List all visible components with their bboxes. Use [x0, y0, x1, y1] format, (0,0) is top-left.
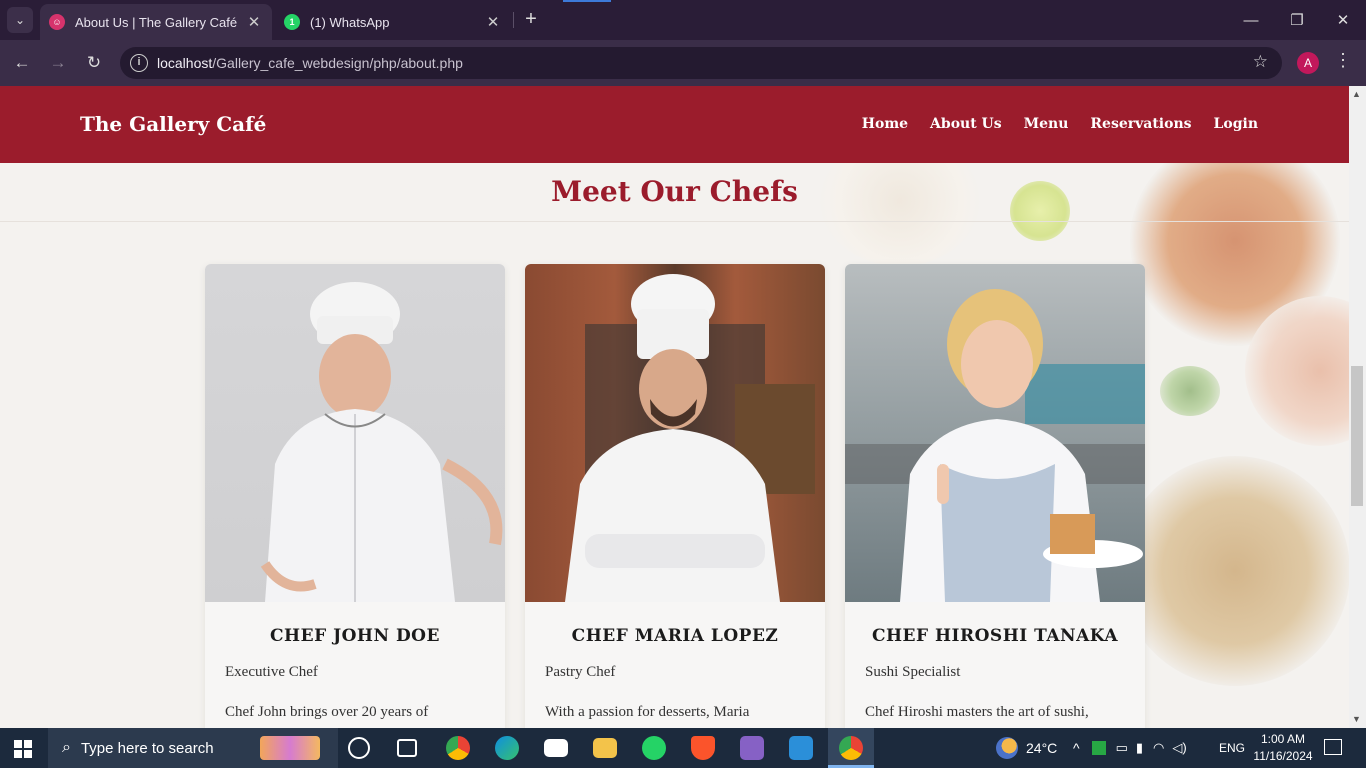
tab-title: About Us | The Gallery Café	[75, 14, 238, 30]
address-bar[interactable]: i localhost/Gallery_cafe_webdesign/php/a…	[120, 47, 1282, 79]
chef-cards: CHEF JOHN DOE Executive Chef Chef John b…	[205, 264, 1145, 728]
language-indicator[interactable]: ENG	[1219, 728, 1245, 768]
new-tab-button[interactable]: +	[520, 8, 542, 30]
nav-reservations[interactable]: Reservations	[1090, 116, 1191, 132]
weather-icon	[996, 737, 1018, 759]
meet-icon[interactable]: ▭	[1116, 740, 1128, 756]
nav-about-us[interactable]: About Us	[930, 116, 1002, 132]
battery-icon[interactable]: ▮	[1136, 740, 1143, 756]
page-viewport: The Gallery Café Home About Us Menu Rese…	[0, 86, 1349, 728]
browser-menu-icon[interactable]: ⋮	[1334, 50, 1352, 71]
taskbar-search[interactable]: ⌕ Type here to search	[48, 728, 338, 768]
chef-card: CHEF JOHN DOE Executive Chef Chef John b…	[205, 264, 505, 728]
chef-role: Pastry Chef	[545, 664, 616, 680]
weather-widget[interactable]: 24°C	[996, 728, 1057, 768]
herb-decoration	[1160, 366, 1220, 416]
nav-login[interactable]: Login	[1214, 116, 1258, 132]
chrome-active-icon[interactable]	[839, 736, 863, 760]
notification-icon[interactable]	[1324, 739, 1342, 755]
search-highlight-icon	[259, 736, 320, 760]
wifi-icon[interactable]: ◠	[1153, 740, 1164, 756]
tab-about-us[interactable]: ☺ About Us | The Gallery Café ✕	[40, 4, 272, 40]
minimize-button[interactable]: —	[1228, 0, 1274, 40]
browser-toolbar: ← → ↻ i localhost/Gallery_cafe_webdesign…	[0, 40, 1366, 86]
close-window-button[interactable]: ✕	[1320, 0, 1366, 40]
bowl-decoration	[1120, 456, 1349, 686]
clock-time: 1:00 AM	[1260, 732, 1306, 746]
task-view-icon[interactable]	[397, 739, 417, 757]
main-nav: Home About Us Menu Reservations Login	[862, 116, 1258, 132]
chef-name: CHEF MARIA LOPEZ	[571, 626, 779, 646]
section-title: Meet Our Chefs	[551, 175, 798, 208]
volume-icon[interactable]: ◁)	[1172, 740, 1186, 756]
tab-indicator	[563, 0, 611, 2]
tab-title: (1) WhatsApp	[310, 14, 390, 30]
vscode-icon[interactable]	[789, 736, 813, 760]
chef-illustration-icon	[260, 282, 503, 602]
edge-icon[interactable]	[495, 736, 519, 760]
chef-card: CHEF HIROSHI TANAKA Sushi Specialist Che…	[845, 264, 1145, 728]
gallery-cafe-favicon-icon: ☺	[49, 14, 65, 30]
url-text[interactable]: localhost/Gallery_cafe_webdesign/php/abo…	[157, 55, 463, 71]
weather-temp: 24°C	[1026, 740, 1058, 756]
nav-menu[interactable]: Menu	[1024, 116, 1069, 132]
chef-bio: Chef Hiroshi masters the art of sushi,	[865, 704, 1089, 720]
chef-card: CHEF MARIA LOPEZ Pastry Chef With a pass…	[525, 264, 825, 728]
chef-bio: With a passion for desserts, Maria	[545, 704, 750, 720]
chevron-up-icon[interactable]: ^	[1073, 740, 1080, 756]
search-icon: ⌕	[62, 739, 71, 756]
search-placeholder: Type here to search	[80, 739, 214, 757]
forward-button[interactable]: →	[45, 50, 71, 76]
close-tab-icon[interactable]: ✕	[244, 13, 264, 31]
tab-whatsapp[interactable]: 1 (1) WhatsApp ✕	[275, 4, 511, 40]
tray-icons: ^ ▭ ▮ ◠ ◁)	[1073, 728, 1187, 768]
chef-bio: Chef John brings over 20 years of	[225, 704, 429, 720]
chef-photo	[525, 264, 825, 602]
visual-studio-icon[interactable]	[740, 736, 764, 760]
site-brand[interactable]: The Gallery Café	[80, 112, 266, 136]
restore-button[interactable]: ❐	[1274, 0, 1320, 40]
site-header: The Gallery Café Home About Us Menu Rese…	[0, 86, 1349, 163]
clock[interactable]: 1:00 AM 11/16/2024	[1252, 731, 1314, 765]
chef-role: Executive Chef	[225, 664, 318, 680]
chef-illustration-icon	[565, 274, 815, 602]
browser-tab-bar: ⌄ ☺ About Us | The Gallery Café ✕ 1 (1) …	[0, 0, 1366, 40]
site-info-icon[interactable]: i	[130, 54, 148, 72]
chef-illustration-icon	[845, 289, 1145, 602]
windows-start-icon[interactable]	[14, 740, 32, 758]
chef-photo	[845, 264, 1145, 602]
nav-home[interactable]: Home	[862, 116, 908, 132]
scroll-up-arrow-icon[interactable]: ▲	[1352, 89, 1361, 99]
chef-name: CHEF HIROSHI TANAKA	[871, 626, 1119, 646]
scroll-thumb[interactable]	[1351, 366, 1363, 506]
app-tray-icon[interactable]	[1091, 741, 1106, 755]
whatsapp-icon[interactable]	[642, 736, 666, 760]
chrome-icon[interactable]	[446, 736, 470, 760]
file-explorer-icon[interactable]	[593, 738, 617, 758]
clock-date: 11/16/2024	[1253, 749, 1313, 763]
cortana-icon[interactable]	[348, 737, 370, 759]
section-divider	[0, 221, 1349, 222]
whatsapp-favicon-icon: 1	[284, 14, 300, 30]
reload-button[interactable]: ↻	[81, 50, 107, 76]
brave-icon[interactable]	[691, 736, 715, 760]
chef-photo	[205, 264, 505, 602]
profile-avatar[interactable]: A	[1297, 52, 1319, 74]
scroll-down-arrow-icon[interactable]: ▼	[1352, 714, 1361, 724]
bookmark-star-icon[interactable]: ☆	[1253, 52, 1268, 72]
windows-taskbar: ⌕ Type here to search 24°C ^ ▭ ▮ ◠ ◁) EN…	[0, 728, 1366, 768]
back-button[interactable]: ←	[9, 50, 35, 76]
chef-role: Sushi Specialist	[865, 664, 961, 680]
close-tab-icon[interactable]: ✕	[483, 13, 503, 31]
tab-search-button[interactable]: ⌄	[7, 7, 33, 33]
mail-icon[interactable]	[544, 739, 568, 757]
tab-separator	[513, 12, 514, 28]
chef-name: CHEF JOHN DOE	[270, 626, 440, 646]
page-scrollbar[interactable]: ▲ ▼	[1349, 86, 1366, 728]
